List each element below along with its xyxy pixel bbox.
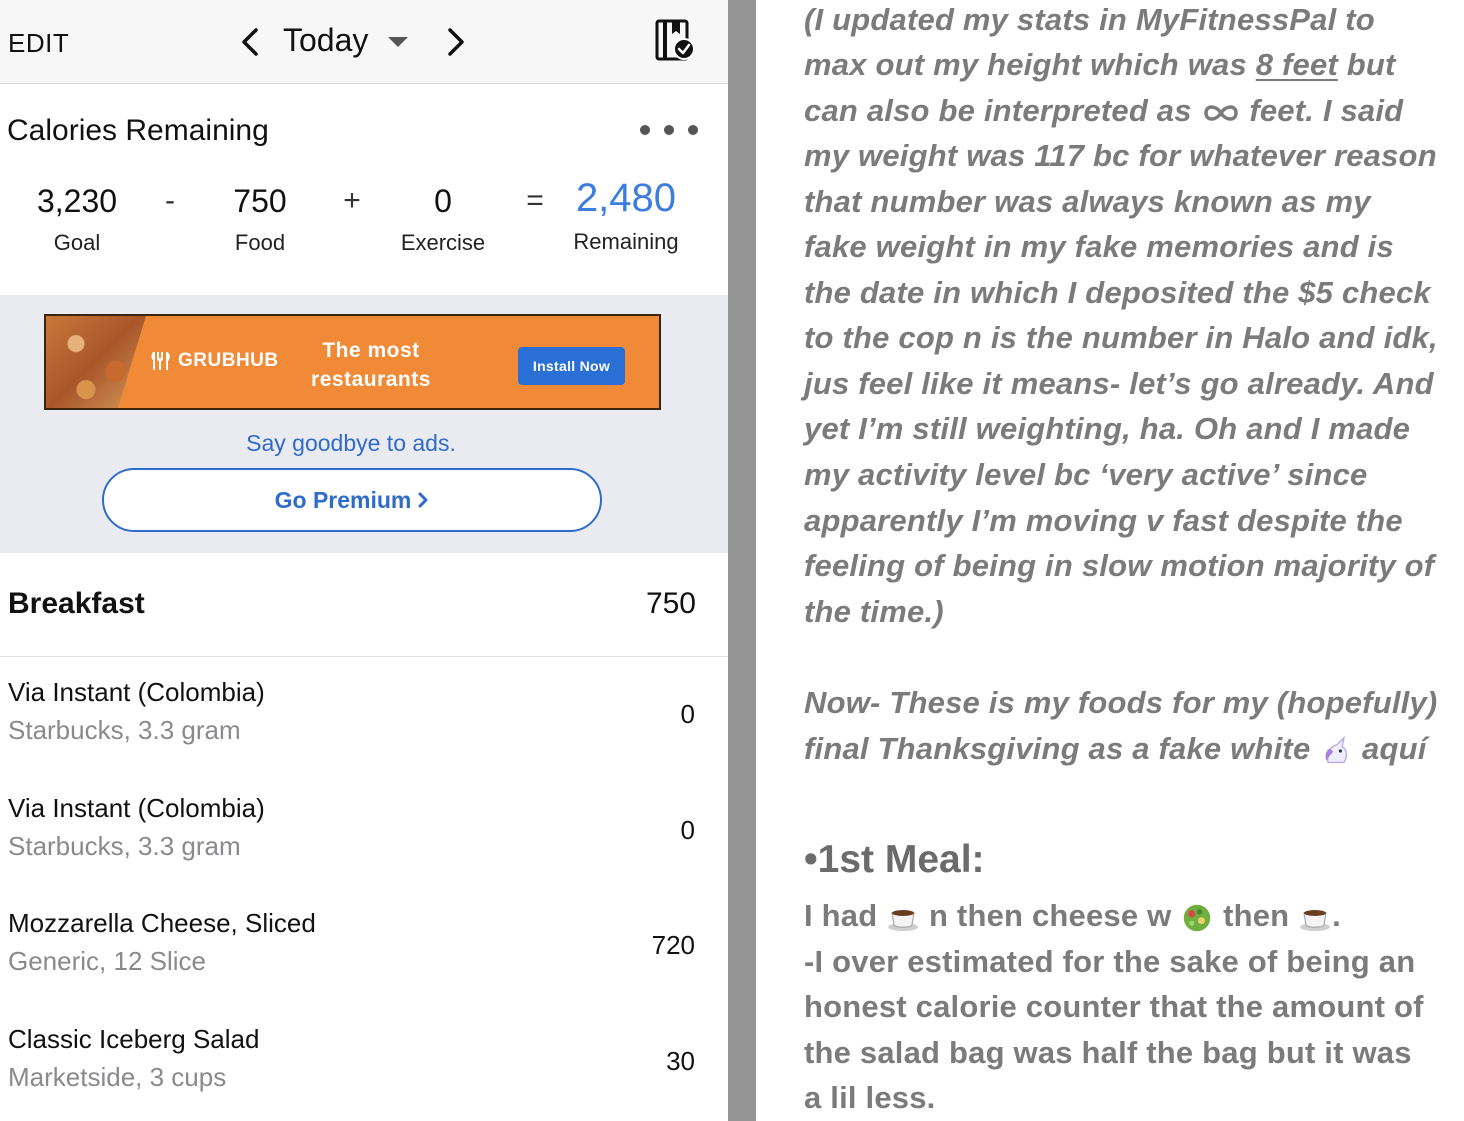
chevron-left-icon[interactable] (236, 20, 266, 64)
note-text: aquí (1353, 731, 1427, 766)
go-premium-label: Go Premium (274, 486, 412, 513)
note-line: the date in which I deposited the $5 che… (804, 275, 1431, 310)
food-calories: 720 (651, 930, 695, 960)
food-name: Via Instant (Colombia) (8, 793, 265, 823)
food-name: Via Instant (Colombia) (8, 677, 265, 707)
note-line: that number was always known as my (804, 184, 1371, 219)
ad-tagline: The most restaurants (286, 336, 456, 394)
install-now-button[interactable]: Install Now (518, 347, 625, 385)
note-text: I had (804, 898, 887, 933)
note-line: fake weight in my fake memories and is (804, 229, 1394, 264)
note-line: I had n then cheese w then . (804, 898, 1341, 934)
underlined-text: 8 feet (1255, 47, 1338, 82)
complete-diary-icon[interactable] (654, 18, 696, 62)
exercise-summary[interactable]: 0 Exercise (383, 176, 503, 266)
panel-divider (728, 0, 756, 1121)
note-text: then (1214, 898, 1299, 933)
note-line: jus feel like it means- let’s go already… (804, 366, 1434, 401)
food-name: Mozzarella Cheese, Sliced (8, 908, 316, 938)
food-detail: Generic, 12 Slice (8, 946, 206, 976)
food-detail: Marketside, 3 cups (8, 1062, 227, 1092)
note-line: the salad bag was half the bag but it wa… (804, 1035, 1412, 1070)
breakfast-section-header[interactable]: Breakfast 750 (0, 553, 728, 657)
note-line: (I updated my stats in MyFitnessPal to (804, 2, 1375, 37)
note-line: to the cop n is the number in Halo and i… (804, 320, 1438, 355)
infinity-icon (1203, 105, 1238, 121)
goal-label: Goal (53, 230, 101, 255)
note-line: apparently I’m moving v fast despite the (804, 503, 1403, 538)
diary-app-panel: EDIT Today Calories Remaining 3,230 Goal… (0, 0, 728, 1121)
note-text: . (1332, 898, 1341, 933)
meal-name: Breakfast (8, 587, 145, 620)
food-calories: 30 (666, 1046, 695, 1076)
equals-operator: = (526, 184, 544, 217)
grubhub-logo: GRUBHUB (150, 350, 279, 372)
food-calories: 0 (680, 699, 695, 729)
note-line: -I over estimated for the sake of being … (804, 944, 1416, 979)
meal-calories: 750 (645, 587, 696, 620)
salad-emoji (1184, 904, 1211, 932)
more-options-icon[interactable] (640, 122, 698, 138)
goal-summary[interactable]: 3,230 Goal (17, 176, 137, 266)
food-detail: Starbucks, 3.3 gram (8, 715, 241, 745)
chevron-right-icon[interactable] (440, 20, 470, 64)
note-line: Now- These is my foods for my (hopefully… (804, 685, 1438, 720)
note-line: can also be interpreted as feet. I said (804, 93, 1403, 129)
note-line: max out my height which was 8 feet but (804, 47, 1396, 83)
remaining-summary[interactable]: 2,480 Remaining (556, 176, 696, 266)
remaining-value: 2,480 (575, 176, 677, 220)
remaining-label: Remaining (573, 229, 679, 254)
food-name: Classic Iceberg Salad (8, 1024, 260, 1054)
note-line: feeling of being in slow motion majority… (804, 548, 1435, 583)
note-text: feet. I said (1240, 93, 1404, 128)
go-premium-button[interactable]: Go Premium (102, 468, 602, 532)
note-line: honest calorie counter that the amount o… (804, 989, 1424, 1024)
food-value: 750 (233, 183, 287, 219)
edit-button[interactable]: EDIT (8, 28, 69, 59)
date-selector[interactable]: Today (283, 22, 368, 59)
food-entry[interactable]: Via Instant (Colombia) Starbucks, 3.3 gr… (0, 773, 728, 888)
note-text: but (1337, 47, 1396, 82)
notes-panel: (I updated my stats in MyFitnessPal to m… (756, 0, 1464, 1121)
exercise-label: Exercise (400, 230, 486, 255)
food-entry[interactable]: Classic Iceberg Salad Marketside, 3 cups… (0, 1004, 728, 1119)
goal-value: 3,230 (36, 183, 118, 219)
note-text: can also be interpreted as (804, 93, 1201, 128)
top-navigation-bar: EDIT Today (0, 0, 728, 84)
food-entry[interactable]: Mozzarella Cheese, Sliced Generic, 12 Sl… (0, 888, 728, 1003)
grubhub-ad-banner[interactable]: GRUBHUB The most restaurants Install Now (44, 314, 661, 410)
food-label: Food (234, 230, 286, 255)
note-line: yet I’m still weighting, ha. Oh and I ma… (804, 411, 1411, 446)
chevron-right-icon (418, 492, 428, 508)
coffee-emoji (888, 909, 919, 931)
remove-ads-link[interactable]: Say goodbye to ads. (0, 430, 702, 457)
note-line: final Thanksgiving as a fake white aquí (804, 731, 1427, 767)
note-line: the time.) (804, 594, 944, 629)
ad-tagline-line-2: restaurants (311, 368, 431, 391)
coffee-emoji (1300, 909, 1331, 931)
note-text: final Thanksgiving as a fake white (804, 731, 1320, 766)
grubhub-brand-text: GRUBHUB (178, 350, 279, 371)
food-summary[interactable]: 750 Food (200, 176, 320, 266)
caret-down-icon[interactable] (386, 34, 410, 50)
calories-remaining-title: Calories Remaining (7, 114, 269, 147)
food-detail: Starbucks, 3.3 gram (8, 831, 241, 861)
plus-operator: + (343, 184, 361, 217)
food-entry[interactable]: Via Instant (Colombia) Starbucks, 3.3 gr… (0, 657, 728, 772)
note-line: a lil less. (804, 1080, 936, 1115)
food-calories: 0 (680, 815, 695, 845)
food-photo (46, 316, 146, 408)
ad-section: GRUBHUB The most restaurants Install Now… (0, 295, 728, 553)
note-text: max out my height which was (804, 47, 1256, 82)
fork-knife-icon (151, 352, 170, 370)
note-line: my weight was 117 bc for whatever reason (804, 138, 1437, 173)
minus-operator: - (165, 184, 175, 217)
note-text: n then cheese w (920, 898, 1181, 933)
exercise-value: 0 (434, 183, 452, 219)
meal-heading: •1st Meal: (804, 838, 985, 881)
ad-tagline-line-1: The most (322, 339, 420, 362)
note-line: my activity level bc ‘very active’ since (804, 457, 1368, 492)
unicorn-emoji (1325, 735, 1348, 763)
